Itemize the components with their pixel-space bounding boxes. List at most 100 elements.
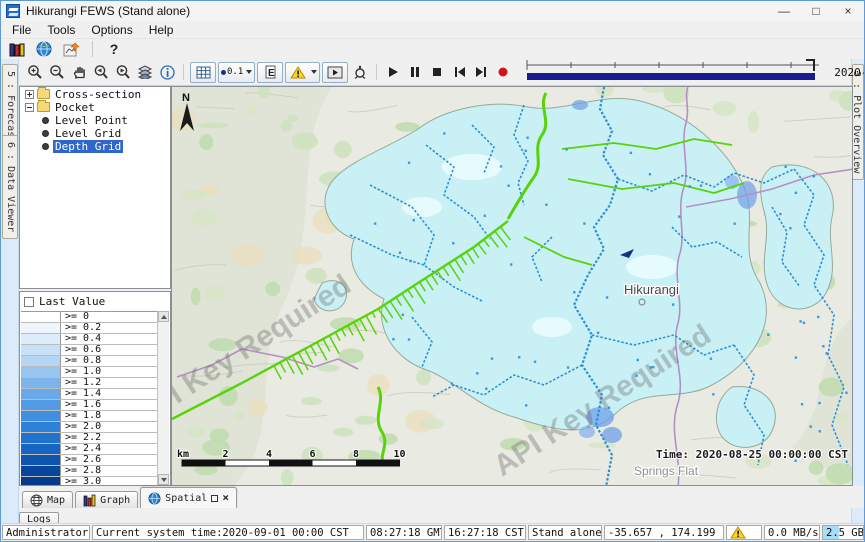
zoom-previous-icon[interactable]: [91, 63, 111, 82]
svg-text:8: 8: [353, 449, 359, 460]
legend-row-label: >= 0.6: [61, 345, 157, 355]
database-icon[interactable]: [7, 40, 27, 59]
legend-row[interactable]: >= 3.0: [21, 477, 157, 486]
info-icon[interactable]: [157, 63, 177, 82]
step-back-button[interactable]: [449, 63, 469, 82]
tab-close-icon[interactable]: ×: [222, 494, 229, 502]
zoom-next-icon[interactable]: [113, 63, 133, 82]
step-forward-button[interactable]: [471, 63, 491, 82]
legend-color-swatch: [21, 433, 61, 443]
map-display-icon[interactable]: [34, 40, 54, 59]
legend-row-label: >= 1.2: [61, 378, 157, 388]
zoom-in-icon[interactable]: [25, 63, 45, 82]
warning-icon[interactable]: [730, 526, 746, 539]
tracker-icon[interactable]: [350, 63, 370, 82]
toolbar-separator: [376, 64, 377, 80]
tab-float-icon[interactable]: [211, 495, 218, 502]
legend-row-label: >= 3.0: [61, 477, 157, 486]
menu-tools[interactable]: Tools: [39, 22, 83, 38]
svg-text:km: km: [177, 449, 189, 460]
status-gmt-time: 08:27:18 GMT: [366, 525, 442, 540]
tree-item[interactable]: Pocket: [20, 101, 170, 113]
maximize-button[interactable]: □: [800, 1, 832, 21]
status-coordinates: -35.657 , 174.199: [604, 525, 724, 540]
left-panel: Cross-sectionPocketLevel PointLevel Grid…: [19, 86, 171, 486]
legend-row-label: >= 0: [61, 312, 157, 322]
tab-spatial[interactable]: Spatial×: [140, 487, 237, 508]
svg-text:10: 10: [393, 449, 405, 460]
status-text: Administrator: [6, 527, 88, 539]
point-icon: [221, 70, 226, 75]
menu-options[interactable]: Options: [83, 22, 140, 38]
expand-icon[interactable]: [25, 90, 34, 99]
tab-label: Graph: [100, 495, 130, 506]
graph-bars-icon: [83, 494, 96, 507]
menu-file[interactable]: File: [4, 22, 39, 38]
last-value-checkbox[interactable]: [24, 297, 34, 307]
status-text: 16:27:18 CST: [448, 527, 524, 539]
node-bullet-icon: [42, 143, 49, 150]
legend-color-swatch: [21, 477, 61, 486]
toolbar-separator: [183, 64, 184, 80]
status-text: 2.5 GB: [826, 527, 864, 539]
tree-item[interactable]: Depth Grid: [20, 140, 170, 152]
zoom-out-icon[interactable]: [47, 63, 67, 82]
pause-button[interactable]: [405, 63, 425, 82]
profile-icon: E: [260, 63, 280, 82]
tree-item[interactable]: Cross-section: [20, 88, 170, 100]
legend-color-swatch: [21, 466, 61, 476]
help-icon[interactable]: ?: [104, 40, 124, 59]
close-button[interactable]: ×: [832, 1, 864, 21]
tab-data-viewer[interactable]: 6 : Data Viewer: [2, 135, 18, 239]
record-button[interactable]: [493, 63, 513, 82]
tab-plot-overview[interactable]: 3 : Plot Overview: [852, 64, 864, 180]
time-slider[interactable]: [523, 58, 823, 87]
layers-icon[interactable]: [135, 63, 155, 82]
legend-row-label: >= 0.2: [61, 323, 157, 333]
collapse-icon[interactable]: [25, 103, 34, 112]
chevron-down-icon: [311, 70, 317, 74]
node-bullet-icon: [42, 117, 49, 124]
legend-row-label: >= 1.8: [61, 411, 157, 421]
blue-globe-icon: [148, 492, 161, 505]
scroll-up-icon[interactable]: [158, 311, 169, 322]
svg-text:2: 2: [222, 449, 228, 460]
chevron-down-icon: [246, 70, 252, 74]
tree-item-label: Cross-section: [53, 88, 143, 101]
tab-map[interactable]: Map: [22, 491, 73, 508]
tab-graph[interactable]: Graph: [75, 491, 138, 508]
map-globe-icon: [30, 494, 43, 507]
tree-item[interactable]: Level Grid: [20, 127, 170, 139]
legend-row-label: >= 1.6: [61, 400, 157, 410]
status-system-time: Current system time:2020-09-01 00:00 CST: [92, 525, 364, 540]
animation-panel-button[interactable]: [322, 62, 348, 83]
pan-icon[interactable]: [69, 63, 89, 82]
svg-text:E: E: [268, 68, 275, 79]
area-label: Springs Flat: [634, 464, 699, 478]
legend-color-swatch: [21, 400, 61, 410]
tree-item-label: Depth Grid: [53, 140, 123, 153]
play-button[interactable]: [383, 63, 403, 82]
chart-export-icon[interactable]: [61, 40, 81, 59]
grid-toggle-button[interactable]: [190, 62, 216, 83]
legend-row-label: >= 1.4: [61, 389, 157, 399]
legend-row-label: >= 2.2: [61, 433, 157, 443]
status-user: Administrator: [2, 525, 90, 540]
legend-row-label: >= 1.0: [61, 367, 157, 377]
tree-item[interactable]: Level Point: [20, 114, 170, 126]
legend-scrollbar[interactable]: [157, 311, 169, 485]
warnings-dropdown[interactable]: [285, 62, 320, 83]
legend-row-label: >= 2.6: [61, 455, 157, 465]
bottom-tab-bar: Map Graph Spatial×: [19, 486, 864, 508]
point-size-dropdown[interactable]: 0.1: [218, 62, 255, 83]
status-alert: [726, 525, 762, 540]
minimize-button[interactable]: —: [768, 1, 800, 21]
profile-button[interactable]: E: [257, 62, 283, 83]
legend-color-swatch: [21, 367, 61, 377]
map-view[interactable]: N API Key Required API Key Required Hiku…: [171, 86, 853, 486]
menu-help[interactable]: Help: [141, 22, 182, 38]
status-local-time: 16:27:18 CST: [444, 525, 526, 540]
scroll-down-icon[interactable]: [158, 474, 169, 485]
folder-icon: [37, 89, 50, 99]
stop-button[interactable]: [427, 63, 447, 82]
